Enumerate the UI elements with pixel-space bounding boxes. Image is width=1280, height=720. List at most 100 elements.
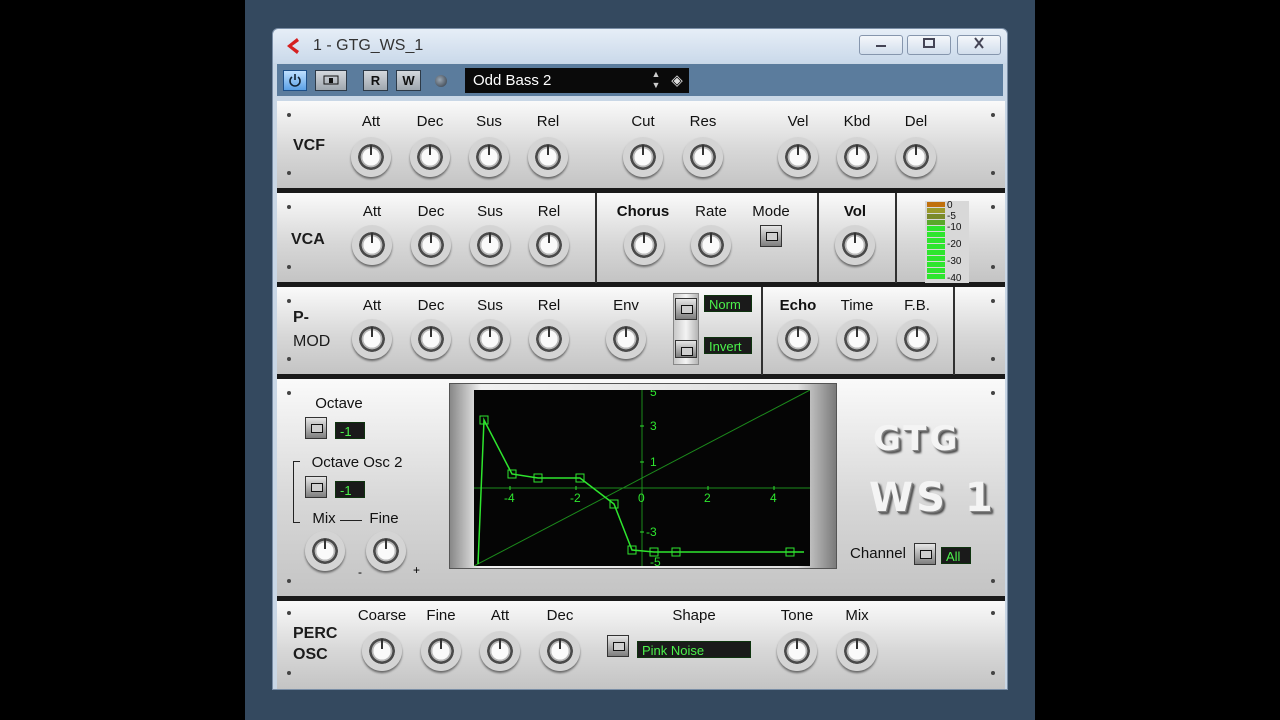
minimize-button[interactable]	[859, 35, 903, 55]
perc-att-knob[interactable]	[480, 631, 520, 671]
close-icon	[974, 37, 984, 49]
y-tick-label: -5	[650, 555, 661, 566]
octave-switch[interactable]	[305, 417, 327, 439]
meter-tick: -20	[947, 239, 962, 250]
vcf-label: VCF	[293, 137, 325, 154]
invert-switch[interactable]	[675, 340, 697, 358]
meter-tick: -5	[947, 211, 956, 222]
power-button[interactable]	[283, 70, 307, 91]
preset-name: Odd Bass 2	[473, 72, 552, 89]
chorus-knob[interactable]	[624, 225, 664, 265]
octave-osc2-switch[interactable]	[305, 476, 327, 498]
fb-knob[interactable]	[897, 319, 937, 359]
vcf-res-knob[interactable]	[683, 137, 723, 177]
pmod-att-knob[interactable]	[352, 319, 392, 359]
chorus-mode-switch[interactable]	[760, 225, 782, 247]
perc-dec-knob[interactable]	[540, 631, 580, 671]
pmod-dec-knob[interactable]	[411, 319, 451, 359]
time-knob[interactable]	[837, 319, 877, 359]
waveshaper-graph[interactable]: -4 -2 0 2 4 5 3 1 -3 -5	[473, 385, 811, 569]
tone-knob[interactable]	[777, 631, 817, 671]
shape-switch[interactable]	[607, 635, 629, 657]
bypass-icon	[323, 75, 339, 85]
octave-label: Octave	[315, 395, 363, 412]
meter-tick: -30	[947, 256, 962, 267]
x-tick-label: -2	[570, 491, 581, 505]
screw	[287, 299, 291, 303]
waveshaper-frame: -4 -2 0 2 4 5 3 1 -3 -5	[449, 383, 837, 569]
screw	[991, 205, 995, 209]
perc-mix-knob[interactable]	[837, 631, 877, 671]
preset-name-field[interactable]: Odd Bass 2 ▲ ▼ ◈	[465, 68, 689, 93]
osc-fine-knob[interactable]	[366, 531, 406, 571]
echo-knob[interactable]	[778, 319, 818, 359]
maximize-button[interactable]	[907, 35, 951, 55]
vca-label: VCA	[291, 231, 325, 248]
meter-segment	[927, 220, 945, 225]
bypass-button[interactable]	[315, 70, 347, 91]
close-button[interactable]	[957, 35, 1001, 55]
pmod-label-line1: P-	[293, 309, 309, 326]
plugin-toolbar: R W Odd Bass 2 ▲ ▼ ◈	[277, 64, 1003, 96]
meter-tick: -40	[947, 273, 962, 284]
vca-rel-label: Rel	[537, 203, 561, 220]
logo-gtg: GTG	[873, 419, 961, 459]
screw	[287, 391, 291, 395]
screw	[991, 265, 995, 269]
vol-knob[interactable]	[835, 225, 875, 265]
chorus-label: Chorus	[616, 203, 670, 220]
meter-segment	[927, 208, 945, 213]
vca-att-knob[interactable]	[352, 225, 392, 265]
pmod-rel-knob[interactable]	[529, 319, 569, 359]
vcf-kbd-knob[interactable]	[837, 137, 877, 177]
vca-rel-knob[interactable]	[529, 225, 569, 265]
rate-knob[interactable]	[691, 225, 731, 265]
vcf-cut-knob[interactable]	[623, 137, 663, 177]
meter-segment	[927, 268, 945, 273]
meter-segment	[927, 250, 945, 255]
y-tick-label: 5	[650, 390, 657, 399]
mode-label: Mode	[752, 203, 790, 220]
pmod-sus-knob[interactable]	[470, 319, 510, 359]
read-automation-button[interactable]: R	[363, 70, 388, 91]
invert-display: Invert	[704, 337, 752, 354]
vcf-panel: VCF Att Dec Sus Rel Cut Res Vel Kbd Del	[277, 101, 1005, 193]
meter-segment	[927, 238, 945, 243]
vca-dec-knob[interactable]	[411, 225, 451, 265]
screw	[991, 357, 995, 361]
norm-invert-switch[interactable]	[673, 293, 699, 365]
osc-mix-knob[interactable]	[305, 531, 345, 571]
x-tick-label: 0	[638, 491, 645, 505]
perc-osc-panel: PERC OSC Coarse Fine Att Dec Shape Pink …	[277, 601, 1005, 689]
plugin-window: 1 - GTG_WS_1 R W Odd Bass 2 ▲ ▼ ◈ VCF Att	[272, 28, 1008, 690]
preset-stepper[interactable]: ▲ ▼	[649, 69, 663, 91]
vcf-rel-knob[interactable]	[528, 137, 568, 177]
vcf-sus-knob[interactable]	[469, 137, 509, 177]
screw	[287, 113, 291, 117]
waveshaper-plot[interactable]: -4 -2 0 2 4 5 3 1 -3 -5	[473, 385, 811, 569]
octave-osc2-value: -1	[335, 481, 365, 498]
channel-label: Channel	[850, 545, 906, 562]
meter-segment	[927, 202, 945, 207]
logo-ws1: WS 1	[869, 475, 996, 521]
norm-switch[interactable]	[675, 298, 697, 320]
vcf-del-knob[interactable]	[896, 137, 936, 177]
meter-segment	[927, 262, 945, 267]
x-tick-label: 4	[770, 491, 777, 505]
vcf-att-knob[interactable]	[351, 137, 391, 177]
perc-fine-knob[interactable]	[421, 631, 461, 671]
screw	[991, 171, 995, 175]
preset-menu-icon[interactable]: ◈	[667, 68, 687, 93]
write-automation-button[interactable]: W	[396, 70, 421, 91]
vcf-dec-knob[interactable]	[410, 137, 450, 177]
y-tick-label: -3	[646, 525, 657, 539]
pmod-env-knob[interactable]	[606, 319, 646, 359]
vca-sus-knob[interactable]	[470, 225, 510, 265]
norm-display: Norm	[704, 295, 752, 312]
coarse-knob[interactable]	[362, 631, 402, 671]
title-bar[interactable]: 1 - GTG_WS_1	[273, 29, 1007, 63]
vcf-vel-knob[interactable]	[778, 137, 818, 177]
channel-switch[interactable]	[914, 543, 936, 565]
octave-osc2-label: Octave Osc 2	[311, 454, 403, 471]
shape-display: Pink Noise	[637, 641, 751, 658]
